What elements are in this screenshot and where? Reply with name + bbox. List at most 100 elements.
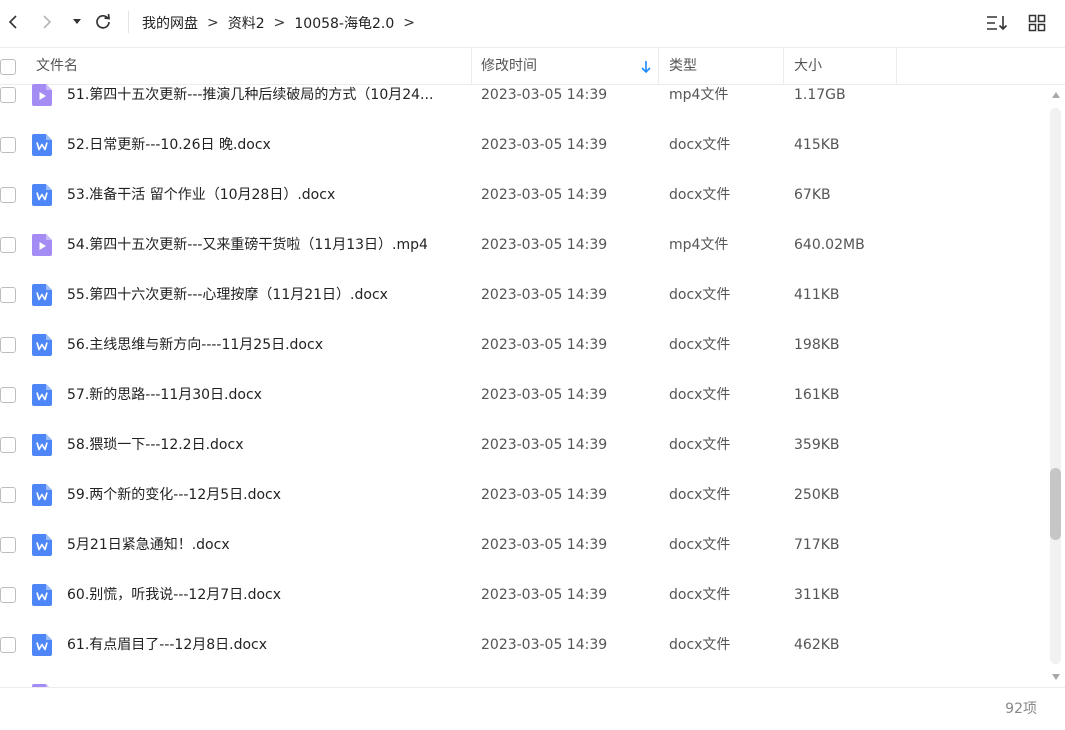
breadcrumb-item[interactable]: 资料2: [228, 13, 265, 33]
row-checkbox[interactable]: [0, 437, 16, 453]
word-file-icon: [32, 584, 52, 606]
file-type: docx文件: [669, 187, 731, 203]
row-checkbox[interactable]: [0, 187, 16, 203]
file-size: 161KB: [794, 387, 840, 403]
file-name[interactable]: 54.第四十五次更新---又来重磅干货啦（11月13日）.mp4: [67, 220, 462, 270]
file-name[interactable]: 61.有点眉目了---12月8日.docx: [67, 620, 462, 670]
file-name[interactable]: 60.别慌，听我说---12月7日.docx: [67, 570, 462, 620]
table-row[interactable]: 58.猥琐一下---12.2日.docx 2023-03-05 14:39 docx…: [0, 420, 1048, 470]
word-file-icon: [32, 184, 52, 206]
file-modified-time: 2023-03-05 14:39: [481, 287, 608, 303]
table-row[interactable]: 5月21日紧急通知！.docx 2023-03-05 14:39 docx文件 717…: [0, 520, 1048, 570]
file-size: 411KB: [794, 287, 840, 303]
table-row[interactable]: 59.两个新的变化---12月5日.docx 2023-03-05 14:39 do…: [0, 470, 1048, 520]
scrollbar-track[interactable]: [1050, 108, 1061, 664]
row-checkbox[interactable]: [0, 87, 16, 103]
breadcrumb-separator: >: [403, 15, 415, 31]
grid-view-icon: [1028, 14, 1046, 32]
video-file-icon: [32, 84, 52, 106]
file-name[interactable]: 53.准备干活 留个作业（10月28日）.docx: [67, 170, 462, 220]
table-row[interactable]: 56.主线思维与新方向----11月25日.docx 2023-03-05 14:…: [0, 320, 1048, 370]
word-file-icon: [32, 434, 52, 456]
file-type: docx文件: [669, 437, 731, 453]
file-type: docx文件: [669, 637, 731, 653]
file-modified-time: 2023-03-05 14:39: [481, 437, 608, 453]
file-type: docx文件: [669, 287, 731, 303]
file-type: docx文件: [669, 337, 731, 353]
word-file-icon: [32, 384, 52, 406]
file-modified-time: 2023-03-05 14:39: [481, 337, 608, 353]
file-type: docx文件: [669, 387, 731, 403]
file-list: 51.第四十五次更新---推演几种后续破局的方式（10月24... 2023-03…: [0, 70, 1048, 688]
table-row[interactable]: 51.第四十五次更新---推演几种后续破局的方式（10月24... 2023-03…: [0, 70, 1048, 120]
row-checkbox[interactable]: [0, 137, 16, 153]
file-type: mp4文件: [669, 237, 729, 253]
file-modified-time: 2023-03-05 14:39: [481, 237, 608, 253]
forward-button[interactable]: [34, 8, 60, 36]
breadcrumb: 我的网盘 > 资料2 >10058-海龟2.0 >: [142, 0, 424, 46]
file-name[interactable]: 51.第四十五次更新---推演几种后续破局的方式（10月24...: [67, 70, 462, 120]
table-row[interactable]: 52.日常更新---10.26日 晚.docx 2023-03-05 14:39 d…: [0, 120, 1048, 170]
scroll-up-arrow-icon[interactable]: [1052, 92, 1060, 98]
breadcrumb-item[interactable]: 我的网盘: [142, 13, 198, 33]
file-size: 640.02MB: [794, 237, 865, 253]
chevron-left-icon: [8, 15, 17, 29]
file-modified-time: 2023-03-05 14:39: [481, 587, 608, 603]
word-file-icon: [32, 334, 52, 356]
file-name[interactable]: 57.新的思路---11月30日.docx: [67, 370, 462, 420]
file-type: docx文件: [669, 487, 731, 503]
word-file-icon: [32, 634, 52, 656]
file-size: 462KB: [794, 637, 840, 653]
row-checkbox[interactable]: [0, 587, 16, 603]
file-name[interactable]: 5月21日紧急通知！.docx: [67, 520, 462, 570]
file-name[interactable]: 55.第四十六次更新---心理按摩（11月21日）.docx: [67, 270, 462, 320]
file-size: 198KB: [794, 337, 840, 353]
table-row[interactable]: 53.准备干活 留个作业（10月28日）.docx 2023-03-05 14:3…: [0, 170, 1048, 220]
file-name[interactable]: 56.主线思维与新方向----11月25日.docx: [67, 320, 462, 370]
breadcrumb-item[interactable]: 10058-海龟2.0: [294, 13, 394, 33]
refresh-button[interactable]: [90, 8, 116, 36]
scroll-down-arrow-icon[interactable]: [1052, 674, 1060, 680]
row-checkbox[interactable]: [0, 487, 16, 503]
file-size: 67KB: [794, 187, 831, 203]
view-mode-button[interactable]: [1025, 11, 1049, 35]
row-checkbox[interactable]: [0, 337, 16, 353]
breadcrumb-separator: >: [273, 15, 286, 31]
row-checkbox[interactable]: [0, 237, 16, 253]
file-name[interactable]: 59.两个新的变化---12月5日.docx: [67, 470, 462, 520]
table-row[interactable]: 55.第四十六次更新---心理按摩（11月21日）.docx 2023-03-05…: [0, 270, 1048, 320]
file-name[interactable]: 58.猥琐一下---12.2日.docx: [67, 420, 462, 470]
file-modified-time: 2023-03-05 14:39: [481, 387, 608, 403]
back-button[interactable]: [0, 8, 26, 36]
file-type: mp4文件: [669, 87, 729, 103]
row-checkbox[interactable]: [0, 287, 16, 303]
row-checkbox[interactable]: [0, 387, 16, 403]
file-size: 250KB: [794, 487, 840, 503]
word-file-icon: [32, 134, 52, 156]
table-row[interactable]: 61.有点眉目了---12月8日.docx 2023-03-05 14:39 doc…: [0, 620, 1048, 670]
row-checkbox[interactable]: [0, 637, 16, 653]
vertical-scrollbar[interactable]: [1049, 88, 1063, 684]
item-count: 92项: [1005, 701, 1037, 717]
file-modified-time: 2023-03-05 14:39: [481, 137, 608, 153]
file-size: 311KB: [794, 587, 840, 603]
file-name[interactable]: [67, 670, 462, 688]
sort-button[interactable]: [985, 11, 1009, 35]
table-row[interactable]: 60.别慌，听我说---12月7日.docx 2023-03-05 14:39 do…: [0, 570, 1048, 620]
breadcrumb-separator: >: [207, 15, 219, 31]
scrollbar-thumb[interactable]: [1050, 468, 1061, 540]
file-modified-time: 2023-03-05 14:39: [481, 637, 608, 653]
file-type: docx文件: [669, 537, 731, 553]
history-dropdown-button[interactable]: [64, 8, 90, 36]
table-row[interactable]: 54.第四十五次更新---又来重磅干货啦（11月13日）.mp4 2023-03-…: [0, 220, 1048, 270]
table-row[interactable]: [0, 670, 1048, 688]
row-checkbox[interactable]: [0, 537, 16, 553]
file-modified-time: 2023-03-05 14:39: [481, 187, 608, 203]
video-file-icon: [32, 234, 52, 256]
word-file-icon: [32, 284, 52, 306]
table-row[interactable]: 57.新的思路---11月30日.docx 2023-03-05 14:39 doc…: [0, 370, 1048, 420]
word-file-icon: [32, 484, 52, 506]
file-type: docx文件: [669, 137, 731, 153]
file-size: 359KB: [794, 437, 840, 453]
file-name[interactable]: 52.日常更新---10.26日 晚.docx: [67, 120, 462, 170]
